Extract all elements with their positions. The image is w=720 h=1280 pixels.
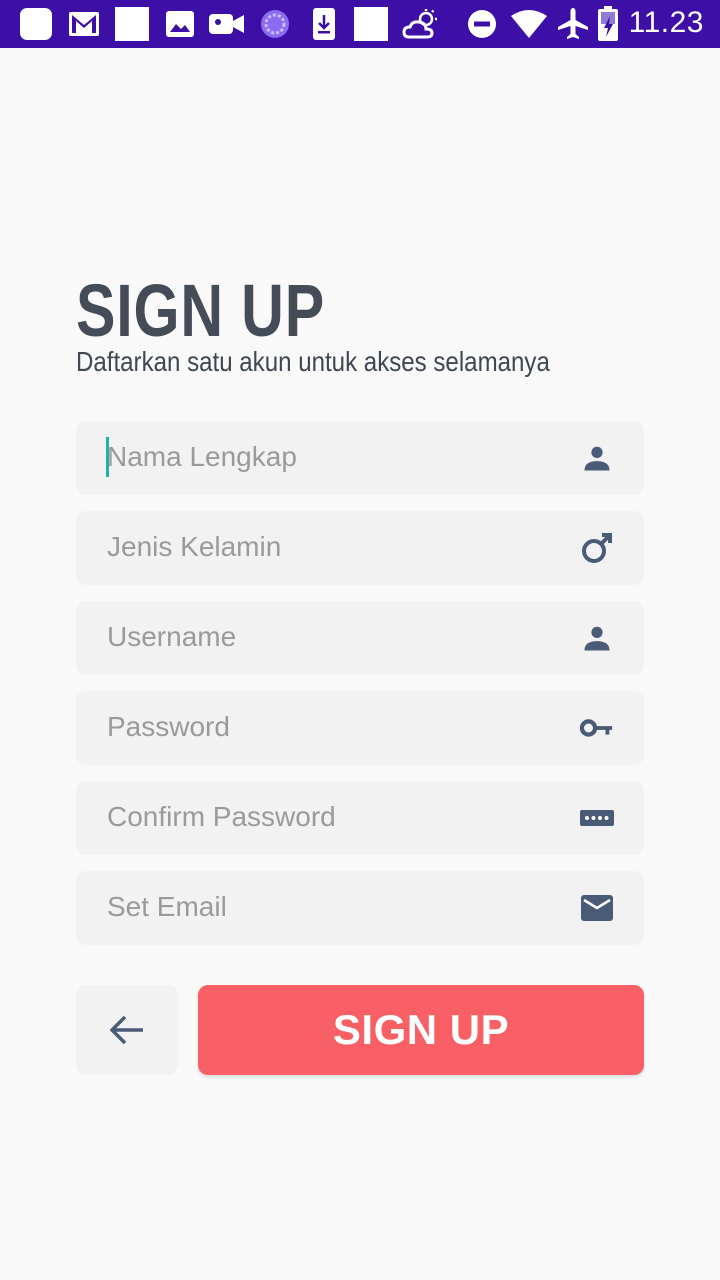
gender-field[interactable]: Jenis Kelamin — [76, 511, 644, 585]
airplane-icon — [556, 8, 590, 40]
key-icon — [580, 712, 614, 744]
arrow-left-icon — [109, 1015, 143, 1045]
app-icon — [19, 8, 53, 40]
page-title: SIGN UP — [76, 269, 326, 352]
gender-placeholder: Jenis Kelamin — [107, 531, 282, 562]
password-placeholder: Password — [107, 711, 230, 742]
photo-icon — [165, 8, 195, 40]
wifi-icon — [510, 8, 548, 40]
male-icon — [580, 532, 614, 564]
person-icon — [580, 622, 614, 654]
back-button[interactable] — [76, 985, 178, 1075]
email-field[interactable]: Set Email — [76, 871, 644, 945]
blank-icon — [115, 7, 149, 41]
username-placeholder: Username — [107, 621, 237, 652]
password-field[interactable]: Password — [76, 691, 644, 765]
status-bar: 11.23 — [0, 0, 720, 48]
mail-icon — [580, 892, 614, 924]
full-name-placeholder: Nama Lengkap — [107, 441, 297, 472]
status-time: 11.23 — [628, 6, 704, 39]
full-name-field[interactable]: Nama Lengkap — [76, 421, 644, 495]
person-icon — [580, 442, 614, 474]
password-dots-icon — [580, 802, 614, 834]
confirm-password-field[interactable]: Confirm Password — [76, 781, 644, 855]
sign-up-button[interactable]: SIGN UP — [198, 985, 644, 1075]
blank-icon-2 — [354, 7, 388, 41]
weather-icon — [402, 8, 440, 40]
download-icon — [311, 8, 337, 40]
gmail-icon — [68, 8, 100, 40]
confirm-password-placeholder: Confirm Password — [107, 801, 336, 832]
email-placeholder: Set Email — [107, 891, 227, 922]
circle-app-icon — [259, 8, 291, 40]
username-field[interactable]: Username — [76, 601, 644, 675]
page-subtitle: Daftarkan satu akun untuk akses selamany… — [76, 346, 550, 377]
battery-icon — [597, 6, 619, 41]
sign-up-button-label: SIGN UP — [332, 1006, 510, 1053]
video-icon — [209, 8, 245, 40]
do-not-disturb-icon — [466, 8, 498, 40]
